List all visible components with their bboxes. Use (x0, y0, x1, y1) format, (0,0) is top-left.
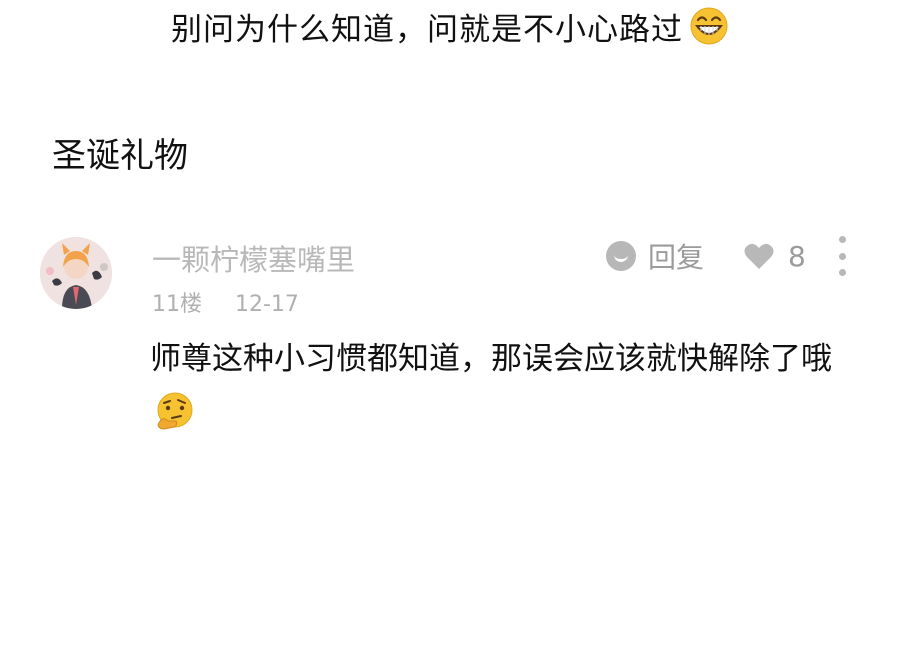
avatar[interactable] (40, 237, 112, 309)
previous-comment-text-line: 别问为什么知道，问就是不小心路过 (0, 0, 900, 52)
reply-button[interactable]: 回复 (606, 238, 704, 274)
more-dot-icon (838, 252, 846, 260)
thinking-face-icon (157, 392, 193, 430)
grinning-face-icon (690, 7, 728, 45)
comment-meta: 11楼 12-17 (152, 286, 325, 318)
more-dot-icon (838, 236, 846, 243)
previous-comment-text: 别问为什么知道，问就是不小心路过 (171, 11, 683, 48)
comment-username[interactable]: 一颗柠檬塞嘴里 (152, 237, 355, 279)
avatar-image (40, 237, 112, 309)
reply-label: 回复 (648, 241, 705, 274)
comment-text: 师尊这种小习惯都知道，那误会应该就快解除了哦 (150, 341, 832, 377)
comment-floor: 11楼 (152, 292, 202, 317)
like-button[interactable]: 8 (744, 238, 806, 274)
more-dot-icon (838, 269, 846, 276)
heart-icon (744, 243, 774, 269)
comment-body: 师尊这种小习惯都知道，那误会应该就快解除了哦 (150, 334, 870, 434)
like-count: 8 (788, 239, 806, 273)
reply-icon (606, 241, 636, 271)
comment-date: 12-17 (235, 292, 299, 317)
section-title: 圣诞礼物 (52, 136, 188, 176)
more-options-button[interactable] (834, 236, 850, 276)
